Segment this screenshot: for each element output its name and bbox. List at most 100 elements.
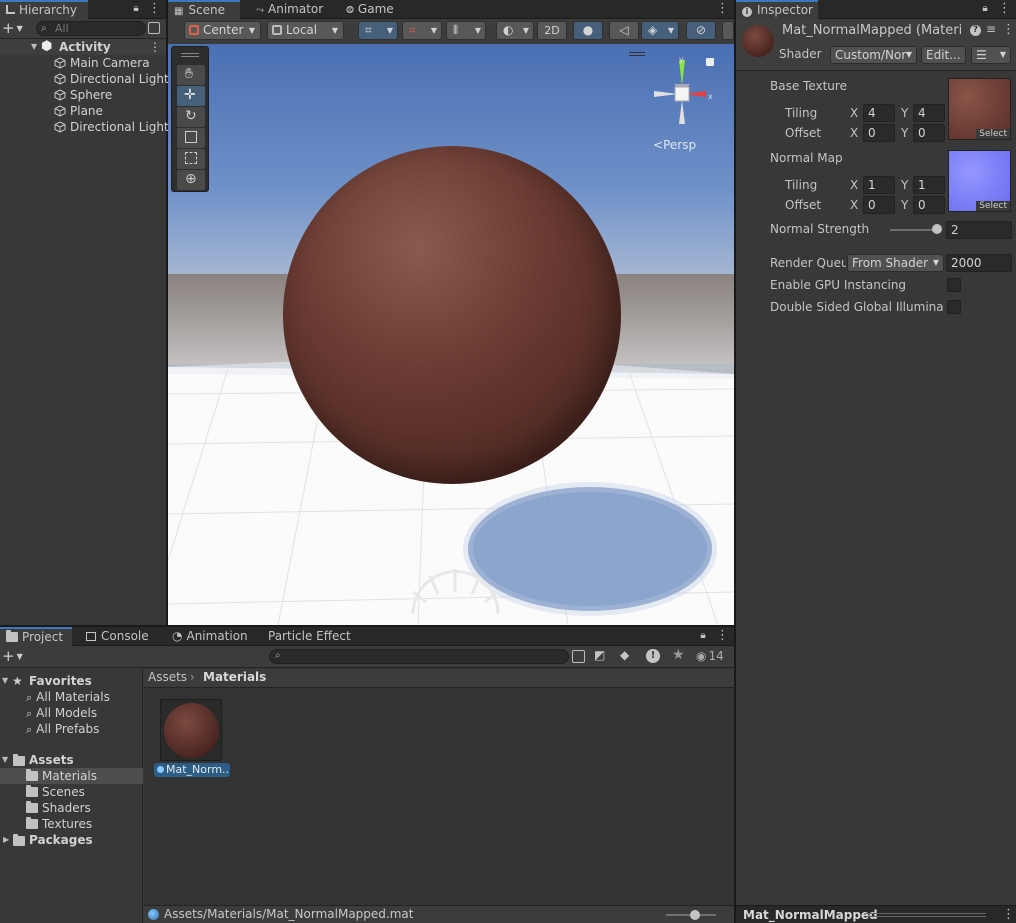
more-options-icon[interactable]: ⋮ — [148, 2, 161, 16]
add-object-button[interactable]: + ▼ — [2, 20, 26, 37]
folder-materials[interactable]: Materials — [0, 768, 143, 784]
create-asset-button[interactable]: + ▼ — [2, 648, 26, 665]
preview-drag-handle[interactable] — [866, 913, 986, 917]
transform-tool-button[interactable]: ⊕ — [177, 170, 205, 190]
normal-strength-field[interactable]: 2 — [946, 221, 1012, 239]
favorite-all-materials[interactable]: ⌕ All Materials — [26, 689, 110, 705]
base-offset-x-field[interactable]: 0 — [863, 124, 895, 142]
preview-more-icon[interactable]: ⋮ — [1002, 907, 1015, 922]
drag-handle[interactable] — [181, 53, 199, 57]
breadcrumb-materials[interactable]: Materials — [203, 669, 266, 686]
scene-more-options-icon[interactable]: ⋮ — [716, 2, 729, 16]
tab-console[interactable]: Console — [80, 627, 155, 646]
overlay-menu-handle[interactable] — [629, 52, 645, 56]
preview-title[interactable]: Mat_NormalMapped — [743, 908, 878, 922]
tab-inspector[interactable]: i Inspector — [736, 0, 818, 19]
normal-tiling-y-field[interactable]: 1 — [913, 176, 945, 194]
inspector-lock-icon[interactable]: 🔒︎ — [979, 2, 991, 16]
tab-game[interactable]: ⨷ Game — [340, 0, 400, 19]
rotate-tool-button[interactable]: ↻ — [177, 107, 205, 127]
lock-icon[interactable]: 🔒︎ — [130, 2, 142, 16]
folder-textures[interactable]: Textures — [26, 816, 92, 832]
base-tiling-y-field[interactable]: 4 — [913, 104, 945, 122]
render-queue-field[interactable]: 2000 — [946, 254, 1012, 272]
orientation-gizmo[interactable]: y x — [646, 56, 718, 128]
ruler-snapping-button[interactable]: ⫴ ▼ — [446, 21, 486, 40]
increment-snapping-button[interactable]: ⌗ ▼ — [402, 21, 442, 40]
lighting-toggle-button[interactable]: ● — [573, 21, 603, 40]
project-lock-icon[interactable]: 🔒︎ — [697, 629, 709, 643]
tab-scene[interactable]: ▦ Scene — [168, 0, 240, 19]
shader-dropdown[interactable]: Custom/Nor ▼ — [830, 46, 917, 64]
filter-by-label-icon[interactable]: ◆ — [620, 648, 629, 662]
space-mode-dropdown[interactable]: Local ▼ — [267, 21, 344, 40]
normal-offset-y-field[interactable]: 0 — [913, 196, 945, 214]
search-filter-icon[interactable] — [148, 22, 160, 34]
render-queue-mode-dropdown[interactable]: From Shader ▼ — [847, 254, 944, 272]
projection-label[interactable]: <Persp — [653, 138, 696, 152]
hand-tool-button[interactable]: ✋︎ — [177, 65, 205, 85]
inspector-more-icon[interactable]: ⋮ — [998, 2, 1011, 16]
move-tool-button[interactable]: ✛ — [177, 86, 205, 106]
folder-scenes[interactable]: Scenes — [26, 784, 85, 800]
base-texture-slot[interactable]: Select — [948, 78, 1011, 140]
tab-animator[interactable]: ⤳ Animator — [250, 0, 329, 19]
hierarchy-item-directional-light[interactable]: Directional Light — [54, 71, 169, 87]
normal-map-select-button[interactable]: Select — [976, 201, 1010, 211]
panel-splitter[interactable] — [734, 0, 736, 923]
shader-options-dropdown[interactable]: ☰ ▼ — [971, 46, 1011, 64]
base-tiling-x-field[interactable]: 4 — [863, 104, 895, 122]
hierarchy-item-plane[interactable]: Plane — [54, 103, 103, 119]
2d-mode-button[interactable]: 2D — [537, 21, 567, 40]
hierarchy-search-input[interactable]: ⌕ All — [36, 21, 146, 36]
filter-by-type-icon[interactable]: ◩ — [594, 648, 605, 662]
effects-dropdown[interactable]: ◈ ▼ — [641, 21, 679, 40]
normal-map-slot[interactable]: Select — [948, 150, 1011, 212]
tab-project[interactable]: Project — [0, 627, 72, 646]
icon-size-slider-thumb[interactable] — [690, 910, 700, 920]
favorite-star-icon[interactable]: ★ — [672, 647, 685, 663]
grid-snapping-button[interactable]: ⌗ ▼ — [358, 21, 398, 40]
normal-strength-slider-track[interactable] — [890, 229, 938, 231]
project-more-icon[interactable]: ⋮ — [716, 629, 729, 643]
scene-visibility-button[interactable]: ⊘ — [686, 21, 716, 40]
tab-animation[interactable]: ◔ Animation — [166, 627, 254, 646]
normal-tiling-x-field[interactable]: 1 — [863, 176, 895, 194]
hierarchy-item-sphere[interactable]: Sphere — [54, 87, 112, 103]
preset-icon[interactable]: ≡ — [986, 22, 996, 36]
scale-tool-button[interactable] — [177, 128, 205, 148]
sphere-object[interactable] — [283, 146, 621, 484]
normal-offset-x-field[interactable]: 0 — [863, 196, 895, 214]
asset-name-label[interactable]: Mat_Norm... — [154, 763, 230, 777]
base-offset-y-field[interactable]: 0 — [913, 124, 945, 142]
component-more-icon[interactable]: ⋮ — [1002, 22, 1015, 37]
scene-more-icon[interactable]: ⋮ — [149, 39, 161, 55]
base-texture-select-button[interactable]: Select — [976, 129, 1010, 139]
normal-strength-slider-thumb[interactable] — [932, 224, 942, 234]
hierarchy-item-directional-light-2[interactable]: Directional Light — [54, 119, 169, 135]
filter-by-warning-icon[interactable]: ! — [646, 649, 660, 663]
scene-root-row[interactable]: ▼ ⬢ Activity ⋮ — [0, 39, 166, 55]
asset-tile[interactable] — [160, 699, 222, 761]
hierarchy-item-main-camera[interactable]: Main Camera — [54, 55, 150, 71]
camera-settings-button[interactable] — [722, 21, 734, 40]
breadcrumb-assets[interactable]: Assets — [148, 669, 187, 686]
expand-arrow-icon[interactable]: ▼ — [31, 39, 37, 55]
audio-toggle-button[interactable]: ◁ — [609, 21, 639, 40]
gpu-instancing-checkbox[interactable] — [947, 278, 961, 292]
tab-particle-effect[interactable]: Particle Effect — [262, 627, 357, 646]
edit-shader-button[interactable]: Edit... — [921, 46, 966, 64]
hidden-packages-toggle[interactable]: ◉ 14 — [696, 649, 724, 663]
favorite-all-models[interactable]: ⌕ All Models — [26, 705, 97, 721]
help-icon[interactable]: ? — [970, 25, 981, 36]
project-search-input[interactable]: ⌕ — [269, 649, 569, 664]
search-by-type-icon[interactable] — [572, 650, 585, 663]
favorite-all-prefabs[interactable]: ⌕ All Prefabs — [26, 721, 99, 737]
folder-shaders[interactable]: Shaders — [26, 800, 91, 816]
pivot-mode-dropdown[interactable]: Center ▼ — [184, 21, 261, 40]
scene-viewport[interactable]: ✋︎ ✛ ↻ ⊕ y x <Persp — [168, 44, 734, 625]
draw-mode-dropdown[interactable]: ◐ ▼ — [496, 21, 534, 40]
rect-tool-button[interactable] — [177, 149, 205, 169]
double-sided-gi-checkbox[interactable] — [947, 300, 961, 314]
tab-hierarchy[interactable]: Hierarchy — [0, 0, 88, 19]
